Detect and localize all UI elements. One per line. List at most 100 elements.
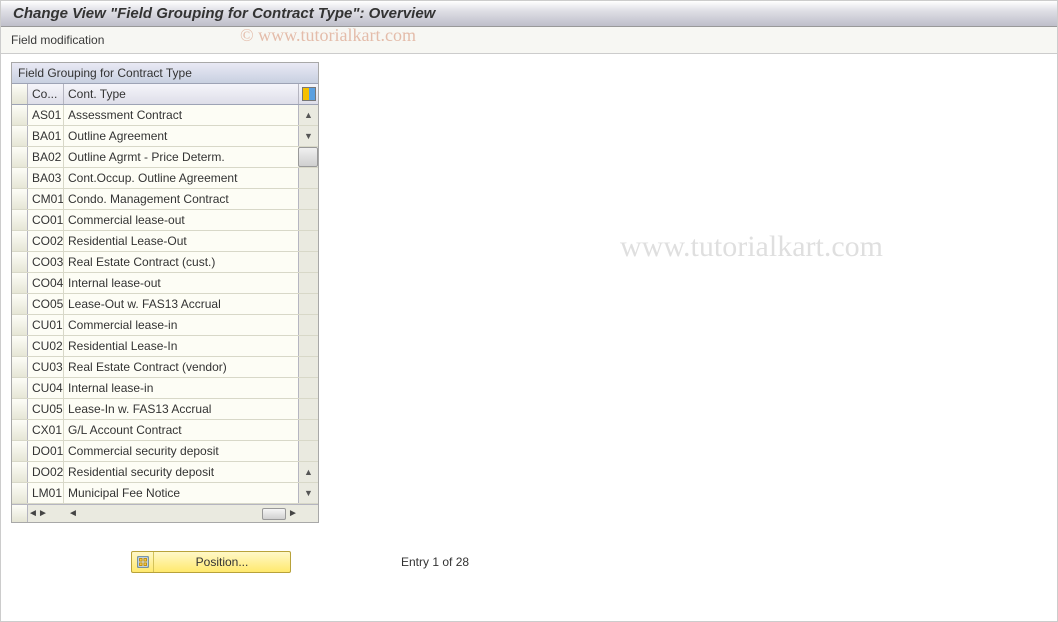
contract-code-cell[interactable]: CO04	[28, 273, 64, 293]
contract-type-cell[interactable]: Commercial lease-out	[64, 210, 298, 230]
table-row[interactable]: DO02Residential security deposit ▲	[12, 462, 318, 483]
contract-type-cell[interactable]: Residential security deposit	[64, 462, 298, 482]
position-button-label: Position...	[154, 555, 290, 569]
table-row[interactable]: CU02Residential Lease-In	[12, 336, 318, 357]
row-select-handle[interactable]	[12, 462, 28, 482]
contract-code-cell[interactable]: CU03	[28, 357, 64, 377]
table-row[interactable]: CU04Internal lease-in	[12, 378, 318, 399]
row-select-handle[interactable]	[12, 168, 28, 188]
table-row[interactable]: CM01Condo. Management Contract	[12, 189, 318, 210]
field-modification-button[interactable]: Field modification	[11, 33, 104, 47]
contract-code-cell[interactable]: CO03	[28, 252, 64, 272]
row-select-handle[interactable]	[12, 420, 28, 440]
row-select-handle[interactable]	[12, 378, 28, 398]
table-row[interactable]: AS01Assessment Contract ▲	[12, 105, 318, 126]
contract-code-cell[interactable]: BA02	[28, 147, 64, 167]
contract-code-cell[interactable]: CU04	[28, 378, 64, 398]
contract-code-cell[interactable]: DO02	[28, 462, 64, 482]
table-row[interactable]: CO04Internal lease-out	[12, 273, 318, 294]
contract-code-cell[interactable]: CO05	[28, 294, 64, 314]
row-select-handle[interactable]	[12, 294, 28, 314]
hscroll-left-icon[interactable]: ◄	[68, 508, 78, 519]
position-icon	[132, 552, 154, 572]
contract-type-cell[interactable]: Internal lease-in	[64, 378, 298, 398]
column-header-type[interactable]: Cont. Type	[64, 84, 298, 104]
row-select-handle[interactable]	[12, 441, 28, 461]
hscroll-thumb[interactable]	[262, 508, 286, 520]
toolbar: Field modification	[1, 27, 1057, 54]
contract-type-cell[interactable]: G/L Account Contract	[64, 420, 298, 440]
scroll-down-icon[interactable]: ▼	[304, 489, 313, 498]
row-select-handle[interactable]	[12, 357, 28, 377]
hscroll-right-icon[interactable]: ►	[38, 508, 48, 519]
contract-code-cell[interactable]: CU01	[28, 315, 64, 335]
contract-type-cell[interactable]: Residential Lease-In	[64, 336, 298, 356]
row-select-handle[interactable]	[12, 147, 28, 167]
table-row[interactable]: BA03Cont.Occup. Outline Agreement	[12, 168, 318, 189]
table-row[interactable]: CO03Real Estate Contract (cust.)	[12, 252, 318, 273]
contract-code-cell[interactable]: CM01	[28, 189, 64, 209]
contract-code-cell[interactable]: DO01	[28, 441, 64, 461]
row-select-handle[interactable]	[12, 399, 28, 419]
contract-code-cell[interactable]: LM01	[28, 483, 64, 503]
row-select-handle[interactable]	[12, 210, 28, 230]
contract-type-cell[interactable]: Municipal Fee Notice	[64, 483, 298, 503]
contract-code-cell[interactable]: AS01	[28, 105, 64, 125]
contract-type-cell[interactable]: Outline Agrmt - Price Determ.	[64, 147, 298, 167]
hscroll-left-icon[interactable]: ◄	[28, 508, 38, 519]
contract-code-cell[interactable]: CO01	[28, 210, 64, 230]
page-title: Change View "Field Grouping for Contract…	[1, 1, 1057, 27]
table-row[interactable]: DO01Commercial security deposit	[12, 441, 318, 462]
row-select-handle[interactable]	[12, 252, 28, 272]
row-select-handle[interactable]	[12, 105, 28, 125]
table-title: Field Grouping for Contract Type	[12, 63, 318, 84]
contract-type-cell[interactable]: Real Estate Contract (cust.)	[64, 252, 298, 272]
contract-type-cell[interactable]: Commercial security deposit	[64, 441, 298, 461]
field-grouping-table: Field Grouping for Contract Type Co... C…	[11, 62, 319, 523]
contract-type-cell[interactable]: Assessment Contract	[64, 105, 298, 125]
table-settings-icon[interactable]	[302, 87, 316, 101]
position-button[interactable]: Position...	[131, 551, 291, 573]
table-row[interactable]: CO01Commercial lease-out	[12, 210, 318, 231]
horizontal-scrollbar[interactable]: ◄ ► ◄ ►	[12, 504, 318, 522]
contract-type-cell[interactable]: Condo. Management Contract	[64, 189, 298, 209]
contract-code-cell[interactable]: CU02	[28, 336, 64, 356]
table-row[interactable]: BA01Outline Agreement ▼	[12, 126, 318, 147]
vscroll-thumb[interactable]	[298, 147, 318, 167]
contract-type-cell[interactable]: Commercial lease-in	[64, 315, 298, 335]
row-select-handle[interactable]	[12, 336, 28, 356]
contract-type-cell[interactable]: Lease-Out w. FAS13 Accrual	[64, 294, 298, 314]
select-all-handle[interactable]	[12, 84, 28, 104]
table-row[interactable]: CO02Residential Lease-Out	[12, 231, 318, 252]
contract-type-cell[interactable]: Real Estate Contract (vendor)	[64, 357, 298, 377]
table-row[interactable]: BA02Outline Agrmt - Price Determ.	[12, 147, 318, 168]
entry-status: Entry 1 of 28	[401, 555, 469, 569]
table-row[interactable]: LM01Municipal Fee Notice ▼	[12, 483, 318, 504]
contract-type-cell[interactable]: Outline Agreement	[64, 126, 298, 146]
scroll-up-icon[interactable]: ▲	[304, 111, 313, 120]
contract-type-cell[interactable]: Internal lease-out	[64, 273, 298, 293]
contract-code-cell[interactable]: CO02	[28, 231, 64, 251]
scroll-up-icon[interactable]: ▲	[304, 468, 313, 477]
row-select-handle[interactable]	[12, 189, 28, 209]
contract-code-cell[interactable]: CU05	[28, 399, 64, 419]
table-row[interactable]: CU01Commercial lease-in	[12, 315, 318, 336]
contract-type-cell[interactable]: Residential Lease-Out	[64, 231, 298, 251]
table-row[interactable]: CO05Lease-Out w. FAS13 Accrual	[12, 294, 318, 315]
contract-code-cell[interactable]: BA03	[28, 168, 64, 188]
row-select-handle[interactable]	[12, 231, 28, 251]
row-select-handle[interactable]	[12, 483, 28, 503]
table-row[interactable]: CU03Real Estate Contract (vendor)	[12, 357, 318, 378]
column-header-code[interactable]: Co...	[28, 84, 64, 104]
contract-code-cell[interactable]: BA01	[28, 126, 64, 146]
contract-code-cell[interactable]: CX01	[28, 420, 64, 440]
table-row[interactable]: CX01G/L Account Contract	[12, 420, 318, 441]
table-row[interactable]: CU05Lease-In w. FAS13 Accrual	[12, 399, 318, 420]
hscroll-right-icon[interactable]: ►	[288, 508, 298, 519]
scroll-down-icon[interactable]: ▼	[304, 132, 313, 141]
row-select-handle[interactable]	[12, 315, 28, 335]
contract-type-cell[interactable]: Cont.Occup. Outline Agreement	[64, 168, 298, 188]
row-select-handle[interactable]	[12, 126, 28, 146]
contract-type-cell[interactable]: Lease-In w. FAS13 Accrual	[64, 399, 298, 419]
row-select-handle[interactable]	[12, 273, 28, 293]
